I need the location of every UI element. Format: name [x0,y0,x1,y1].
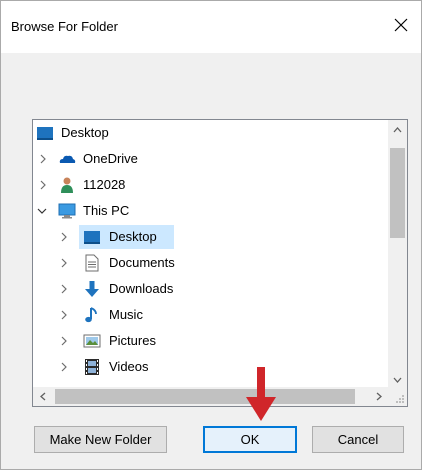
tree-item-label: OneDrive [83,151,138,166]
chevron-left-icon [39,392,45,401]
expand-toggle[interactable] [59,329,69,353]
cancel-button[interactable]: Cancel [312,426,404,453]
expand-toggle[interactable] [38,147,48,171]
chevron-right-icon [40,154,46,164]
chevron-up-icon [393,126,402,132]
tree-item-pictures[interactable]: Pictures [33,329,388,353]
tree-item-label: Videos [109,359,149,374]
chevron-right-icon [40,180,46,190]
expand-toggle[interactable] [59,355,69,379]
dialog-title: Browse For Folder [11,19,118,34]
browse-for-folder-dialog: Browse For Folder Desktop OneDrive 11202… [0,0,422,470]
tree-item-desktop-selected[interactable]: Desktop [33,225,388,249]
expand-toggle[interactable] [38,173,48,197]
chevron-right-icon [61,336,67,346]
documents-icon [85,254,99,272]
tree-item-desktop-root[interactable]: Desktop [33,121,388,145]
desktop-icon [37,127,53,140]
close-button[interactable] [381,7,421,43]
close-icon [394,18,408,32]
tree-item-label: Downloads [109,281,174,296]
chevron-down-icon [37,208,47,214]
tree-item-label: Desktop [61,125,109,140]
tree-item-music[interactable]: Music [33,303,388,327]
make-new-folder-button[interactable]: Make New Folder [34,426,167,453]
tree-item-videos[interactable]: Videos [33,355,388,379]
tree-item-label: This PC [83,203,130,218]
videos-icon [85,359,99,375]
chevron-down-icon [393,377,402,383]
cloud-icon [59,155,76,163]
user-icon [61,177,73,193]
annotation-arrow-icon [246,367,276,421]
vertical-scroll-thumb[interactable] [390,148,405,238]
vertical-scrollbar[interactable] [388,120,407,389]
tree-item-onedrive[interactable]: OneDrive [33,147,388,171]
expand-toggle[interactable] [59,277,69,301]
tree-item-downloads[interactable]: Downloads [33,277,388,301]
ok-button[interactable]: OK [203,426,297,453]
music-note-icon [85,307,97,323]
tree-item-label: Desktop [109,229,157,244]
scroll-left-button[interactable] [33,387,52,406]
tree-item-label: 112028 [83,177,126,192]
horizontal-scrollbar[interactable] [33,387,388,406]
scroll-up-button[interactable] [388,120,407,139]
chevron-right-icon [61,258,67,268]
grip-icon [396,395,404,403]
folder-tree[interactable]: Desktop OneDrive 112028 This PC Desktop … [32,119,408,407]
expand-toggle[interactable] [37,199,47,223]
tree-item-label: Pictures [109,333,156,348]
computer-icon [58,203,76,219]
chevron-right-icon [61,362,67,372]
horizontal-scroll-thumb[interactable] [55,389,355,404]
tree-item-label: Music [109,307,143,322]
expand-toggle[interactable] [59,225,69,249]
chevron-right-icon [61,232,67,242]
pictures-icon [83,334,101,348]
tree-item-this-pc[interactable]: This PC [33,199,388,223]
tree-item-user[interactable]: 112028 [33,173,388,197]
scroll-right-button[interactable] [369,387,388,406]
download-arrow-icon [85,281,99,297]
expand-toggle[interactable] [59,303,69,327]
chevron-right-icon [376,392,382,401]
chevron-right-icon [61,284,67,294]
size-grip[interactable] [388,387,407,406]
expand-toggle[interactable] [59,251,69,275]
folder-tree-list: Desktop OneDrive 112028 This PC Desktop … [33,120,388,389]
tree-item-label: Documents [109,255,175,270]
chevron-right-icon [61,310,67,320]
title-bar: Browse For Folder [1,1,421,53]
desktop-icon [84,231,100,244]
tree-item-documents[interactable]: Documents [33,251,388,275]
